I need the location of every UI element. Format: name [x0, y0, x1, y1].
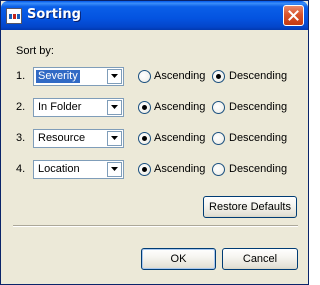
combo-value: In Folder	[38, 101, 82, 113]
chevron-down-icon	[111, 74, 118, 78]
combo-dropdown-button[interactable]	[107, 162, 122, 177]
restore-defaults-button[interactable]: Restore Defaults	[203, 196, 297, 218]
close-icon	[288, 10, 299, 21]
combo-dropdown-button[interactable]	[107, 131, 122, 146]
descending-radio-1[interactable]	[212, 70, 225, 83]
sorting-dialog: Sorting Sort by: 1. Severity Ascending D…	[0, 0, 309, 285]
title-bar[interactable]: Sorting	[1, 1, 308, 30]
cancel-button[interactable]: Cancel	[222, 248, 298, 270]
descending-label: Descending	[229, 163, 288, 175]
descending-label: Descending	[229, 101, 288, 113]
descending-radio-3[interactable]	[212, 132, 225, 145]
ascending-radio-2[interactable]	[138, 101, 151, 114]
close-button[interactable]	[283, 5, 304, 26]
ascending-label: Ascending	[154, 132, 206, 144]
ascending-label: Ascending	[154, 163, 206, 175]
combo-value: Severity	[35, 69, 81, 84]
combo-value: Location	[38, 163, 80, 175]
ascending-label: Ascending	[154, 101, 206, 113]
sort-field-combo-2[interactable]: In Folder	[33, 98, 124, 117]
ascending-radio-1[interactable]	[138, 70, 151, 83]
divider	[13, 225, 298, 227]
combo-value: Resource	[38, 132, 86, 144]
ascending-radio-3[interactable]	[138, 132, 151, 145]
row-number: 3.	[16, 132, 26, 144]
chevron-down-icon	[111, 136, 118, 140]
sort-by-label: Sort by:	[16, 45, 54, 57]
sort-field-combo-4[interactable]: Location	[33, 160, 124, 179]
chevron-down-icon	[111, 167, 118, 171]
ascending-label: Ascending	[154, 70, 206, 82]
row-number: 1.	[16, 70, 26, 82]
combo-dropdown-button[interactable]	[107, 100, 122, 115]
combo-dropdown-button[interactable]	[107, 69, 122, 84]
descending-label: Descending	[229, 132, 288, 144]
descending-radio-2[interactable]	[212, 101, 225, 114]
ascending-radio-4[interactable]	[138, 163, 151, 176]
chevron-down-icon	[111, 105, 118, 109]
sort-field-combo-1[interactable]: Severity	[33, 67, 124, 86]
row-number: 4.	[16, 163, 26, 175]
window-title: Sorting	[27, 7, 81, 22]
row-number: 2.	[16, 101, 26, 113]
ok-button[interactable]: OK	[141, 248, 216, 270]
sort-field-combo-3[interactable]: Resource	[33, 129, 124, 148]
descending-radio-4[interactable]	[212, 163, 225, 176]
app-icon	[6, 8, 22, 24]
descending-label: Descending	[229, 70, 288, 82]
